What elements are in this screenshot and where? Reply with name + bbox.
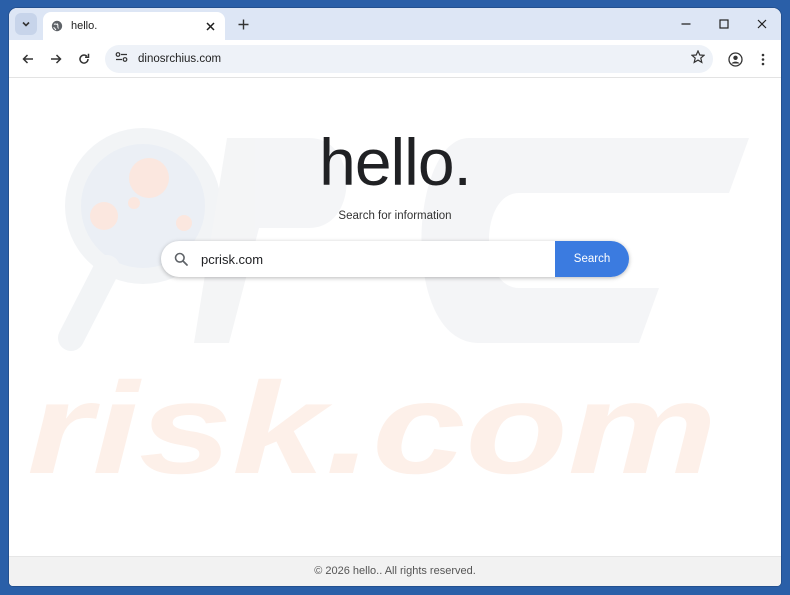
new-tab-button[interactable] [235,16,251,32]
plus-icon [238,19,248,29]
reload-icon [79,53,90,64]
back-arrow-icon [22,54,33,64]
search-form: Search [161,241,629,277]
url-text[interactable]: dinosrchius.com [138,53,691,65]
address-bar[interactable]: dinosrchius.com [105,45,713,73]
globe-icon [51,20,63,32]
chrome-menu-button[interactable] [753,49,773,69]
page-subtitle: Search for information [338,210,452,222]
minimize-button[interactable] [667,8,705,40]
forward-button[interactable] [46,49,66,69]
search-icon-container [161,252,201,266]
close-icon [757,19,767,29]
page-footer: © 2026 hello.. All rights reserved. [9,556,781,586]
close-window-button[interactable] [743,8,781,40]
tab-strip: hello. [9,8,781,40]
page-heading: hello. [319,125,472,199]
kebab-menu-icon [761,53,765,65]
search-input[interactable] [201,251,555,267]
maximize-button[interactable] [705,8,743,40]
tab-close-button[interactable] [203,19,217,33]
bookmark-button[interactable] [690,49,706,69]
search-button[interactable]: Search [555,241,629,277]
chevron-down-icon [22,21,30,27]
site-settings-icon [115,52,128,62]
window-controls [667,8,781,40]
search-icon [174,252,188,266]
maximize-icon [719,19,729,29]
close-icon [205,21,215,31]
watermark-text: risk.com [27,355,717,501]
profile-button[interactable] [725,49,745,69]
forward-arrow-icon [51,54,62,64]
browser-toolbar: dinosrchius.com [9,40,781,78]
reload-button[interactable] [74,49,94,69]
browser-window: hello. dinosrchius.com risk.com hello. S… [9,8,781,586]
minimize-icon [681,23,691,25]
tab-title: hello. [71,20,98,32]
page-content: risk.com hello. Search for information S… [9,78,781,556]
star-icon [690,49,706,64]
back-button[interactable] [18,49,38,69]
site-settings-button[interactable] [115,50,128,68]
profile-icon [727,51,743,67]
tab-active[interactable]: hello. [43,12,225,40]
tab-search-button[interactable] [15,13,37,35]
